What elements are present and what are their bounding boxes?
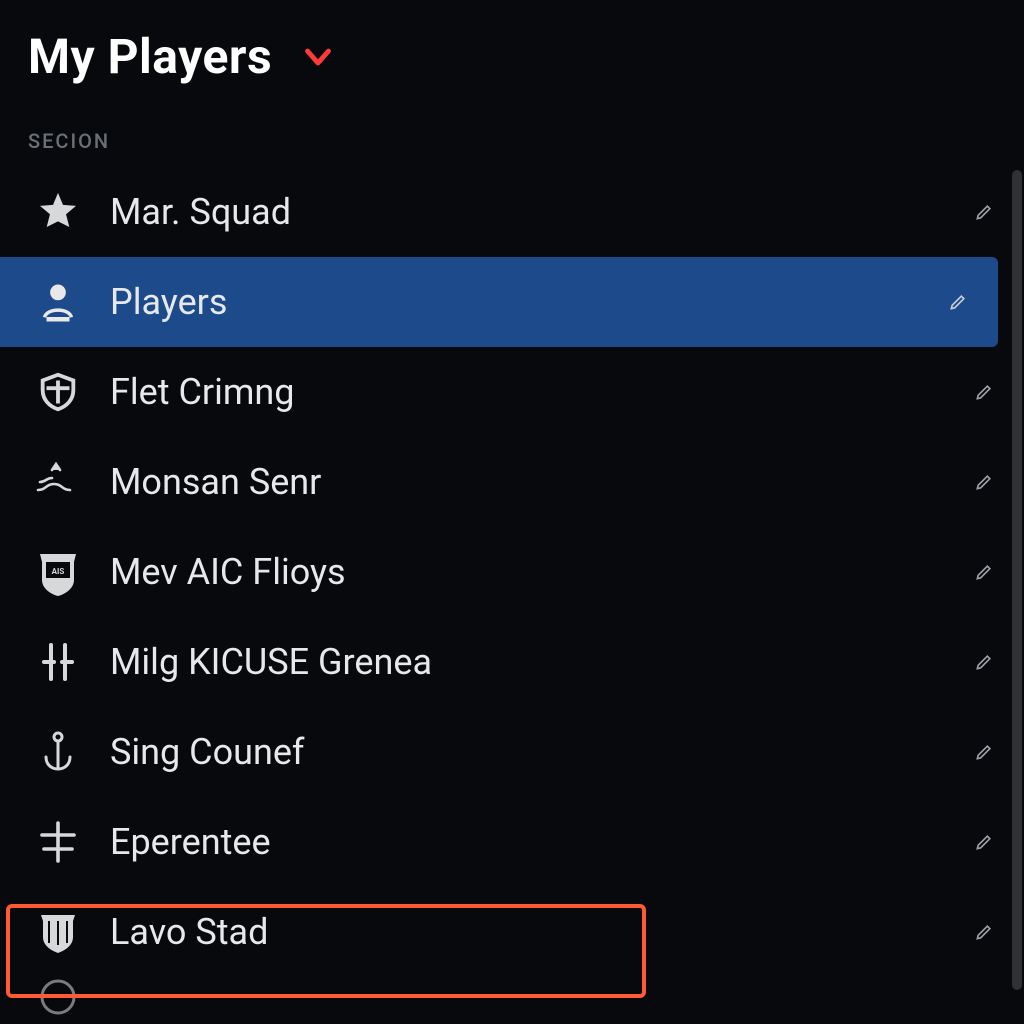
list-item[interactable]: Monsan Senr — [0, 437, 1024, 527]
list-item[interactable]: Mar. Squad — [0, 167, 1024, 257]
list-item-label: Eperentee — [88, 821, 972, 863]
list-item[interactable]: Sing Counef — [0, 707, 1024, 797]
edit-icon[interactable] — [972, 200, 996, 224]
list-item-label: Players — [88, 281, 946, 323]
edit-icon[interactable] — [972, 560, 996, 584]
anchor-icon — [28, 722, 88, 782]
star-icon — [28, 182, 88, 242]
list-item-label: Mar. Squad — [88, 191, 972, 233]
edit-icon[interactable] — [946, 290, 970, 314]
page-header: My Players — [0, 0, 1024, 93]
section-label: SECION — [0, 93, 1024, 167]
circle-icon — [28, 977, 88, 1017]
cross-icon — [28, 812, 88, 872]
list-item-label: Lavo Stad — [88, 911, 972, 953]
edit-icon[interactable] — [972, 650, 996, 674]
chevron-down-icon[interactable] — [300, 39, 336, 75]
edit-icon[interactable] — [972, 380, 996, 404]
list-item[interactable]: Players — [0, 257, 998, 347]
list-item-label: Mev AIC Flioys — [88, 551, 972, 593]
list-item-label — [88, 977, 996, 1017]
svg-text:AIS: AIS — [52, 567, 65, 576]
list-item[interactable]: Milg KICUSE Grenea — [0, 617, 1024, 707]
edit-icon[interactable] — [972, 830, 996, 854]
person-icon — [28, 272, 88, 332]
list-item[interactable]: Lavo Stad — [0, 887, 1024, 977]
nav-list: Mar. Squad Players — [0, 167, 1024, 1017]
edit-icon[interactable] — [972, 740, 996, 764]
badge-icon: AIS — [28, 542, 88, 602]
list-item[interactable]: Eperentee — [0, 797, 1024, 887]
scrollbar[interactable] — [1012, 170, 1022, 990]
list-item-label: Milg KICUSE Grenea — [88, 641, 972, 683]
crest-icon — [28, 902, 88, 962]
list-item[interactable]: Flet Crimng — [0, 347, 1024, 437]
bars-icon — [28, 632, 88, 692]
page-title: My Players — [28, 28, 272, 85]
list-item-label: Flet Crimng — [88, 371, 972, 413]
edit-icon[interactable] — [972, 920, 996, 944]
list-item-label: Sing Counef — [88, 731, 972, 773]
list-item[interactable]: AIS Mev AIC Flioys — [0, 527, 1024, 617]
edit-icon[interactable] — [972, 470, 996, 494]
list-item-label: Monsan Senr — [88, 461, 972, 503]
wave-icon — [28, 452, 88, 512]
list-item[interactable] — [0, 977, 1024, 1017]
shield-icon — [28, 362, 88, 422]
